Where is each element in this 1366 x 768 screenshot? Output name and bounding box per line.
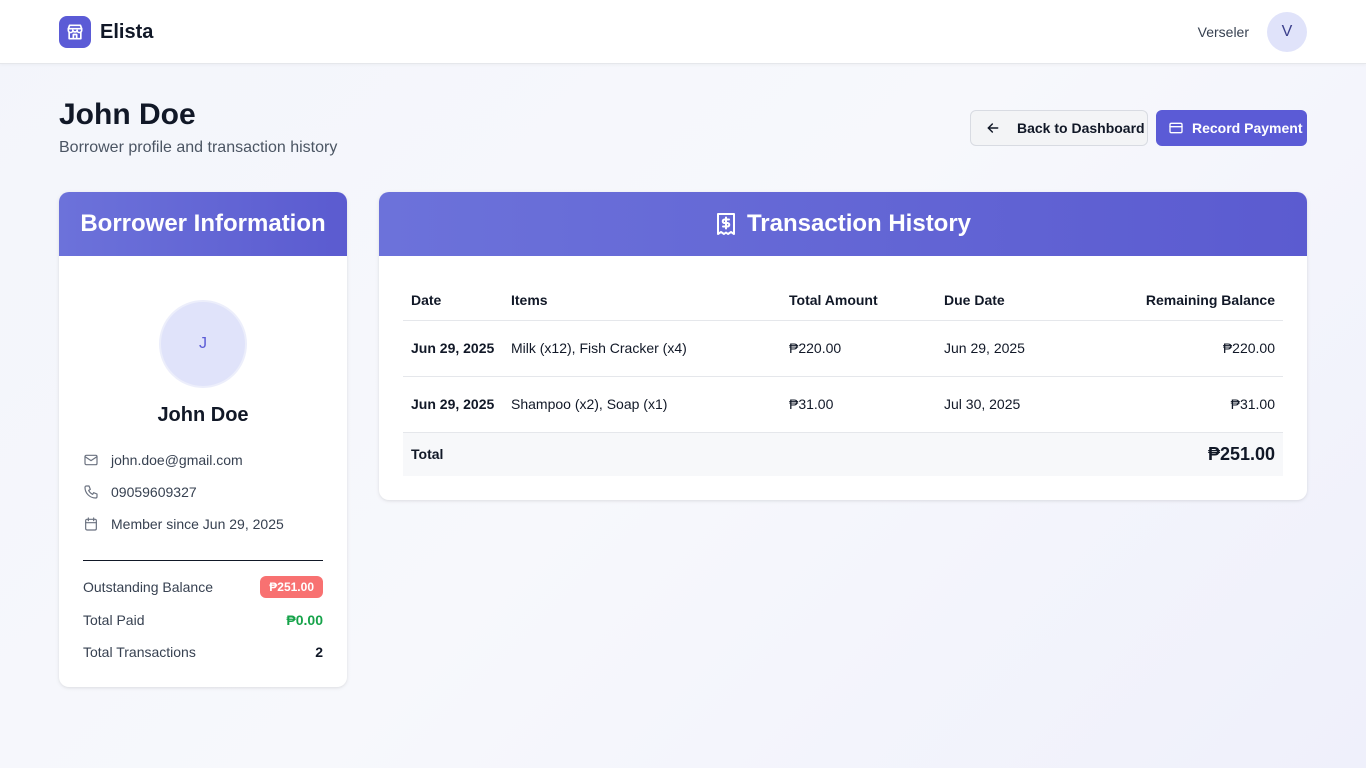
phone-row: 09059609327 [83,484,197,500]
total-spacer [503,431,781,476]
credit-card-icon [1168,120,1184,136]
transaction-table: Date Items Total Amount Due Date Remaini… [403,280,1283,476]
cell-total-amount: ₱31.00 [781,376,936,433]
borrower-info-card: Borrower Information J John Doe john.doe… [59,192,347,687]
borrower-avatar: J [159,300,247,388]
cell-due-date: Jul 30, 2025 [936,376,1086,433]
page-subtitle: Borrower profile and transaction history [59,139,338,156]
app-name: Elista [100,20,154,43]
total-label: Total [403,431,503,476]
back-button-label: Back to Dashboard [1017,120,1145,136]
total-transactions-label: Total Transactions [83,644,196,660]
record-button-label: Record Payment [1192,120,1303,136]
arrow-left-icon [985,120,1001,136]
borrower-card-title: Borrower Information [59,192,347,256]
table-row[interactable]: Jun 29, 2025 Milk (x12), Fish Cracker (x… [403,320,1283,377]
cell-date: Jun 29, 2025 [403,376,503,433]
record-payment-button[interactable]: Record Payment [1156,110,1307,146]
borrower-phone: 09059609327 [111,484,197,500]
column-header-items: Items [503,280,781,321]
page-title: John Doe [59,98,196,131]
total-transactions-row: Total Transactions 2 [83,644,323,660]
user-avatar[interactable]: V [1267,12,1307,52]
table-row[interactable]: Jun 29, 2025 Shampoo (x2), Soap (x1) ₱31… [403,376,1283,433]
outstanding-balance-label: Outstanding Balance [83,579,213,595]
total-paid-row: Total Paid ₱0.00 [83,612,323,628]
mail-icon [83,452,99,468]
divider [83,560,323,561]
transaction-history-header: Transaction History [379,192,1307,256]
cell-items: Shampoo (x2), Soap (x1) [503,376,781,433]
column-header-due-date: Due Date [936,280,1086,321]
receipt-icon [715,212,737,236]
cell-total-amount: ₱220.00 [781,320,936,377]
total-transactions-value: 2 [315,644,323,660]
total-spacer [781,431,936,476]
outstanding-balance-badge: ₱251.00 [260,576,323,598]
transaction-history-title: Transaction History [746,210,972,237]
store-icon [59,16,91,48]
cell-remaining-balance: ₱31.00 [1086,376,1283,433]
cell-items: Milk (x12), Fish Cracker (x4) [503,320,781,377]
table-header-row: Date Items Total Amount Due Date Remaini… [403,280,1283,321]
calendar-icon [83,516,99,532]
table-total-row: Total ₱251.00 [403,431,1283,476]
top-navbar: Elista Verseler V [0,0,1366,64]
column-header-total-amount: Total Amount [781,280,936,321]
brand[interactable]: Elista [59,16,153,48]
cell-remaining-balance: ₱220.00 [1086,320,1283,377]
back-to-dashboard-button[interactable]: Back to Dashboard [970,110,1148,146]
member-since-row: Member since Jun 29, 2025 [83,516,284,532]
member-since: Member since Jun 29, 2025 [111,516,284,532]
borrower-email: john.doe@gmail.com [111,452,243,468]
outstanding-balance-row: Outstanding Balance ₱251.00 [83,576,323,598]
column-header-remaining-balance: Remaining Balance [1086,280,1283,321]
cell-date: Jun 29, 2025 [403,320,503,377]
user-name: Verseler [1197,24,1249,40]
total-spacer [936,431,1086,476]
transaction-history-card: Transaction History Date Items Total Amo… [379,192,1307,500]
email-row: john.doe@gmail.com [83,452,243,468]
user-menu[interactable]: Verseler V [1198,12,1307,52]
column-header-date: Date [403,280,503,321]
cell-due-date: Jun 29, 2025 [936,320,1086,377]
phone-icon [83,484,99,500]
total-amount: ₱251.00 [1086,431,1283,476]
total-paid-label: Total Paid [83,612,145,628]
borrower-name: John Doe [157,404,249,426]
total-paid-value: ₱0.00 [286,612,323,628]
